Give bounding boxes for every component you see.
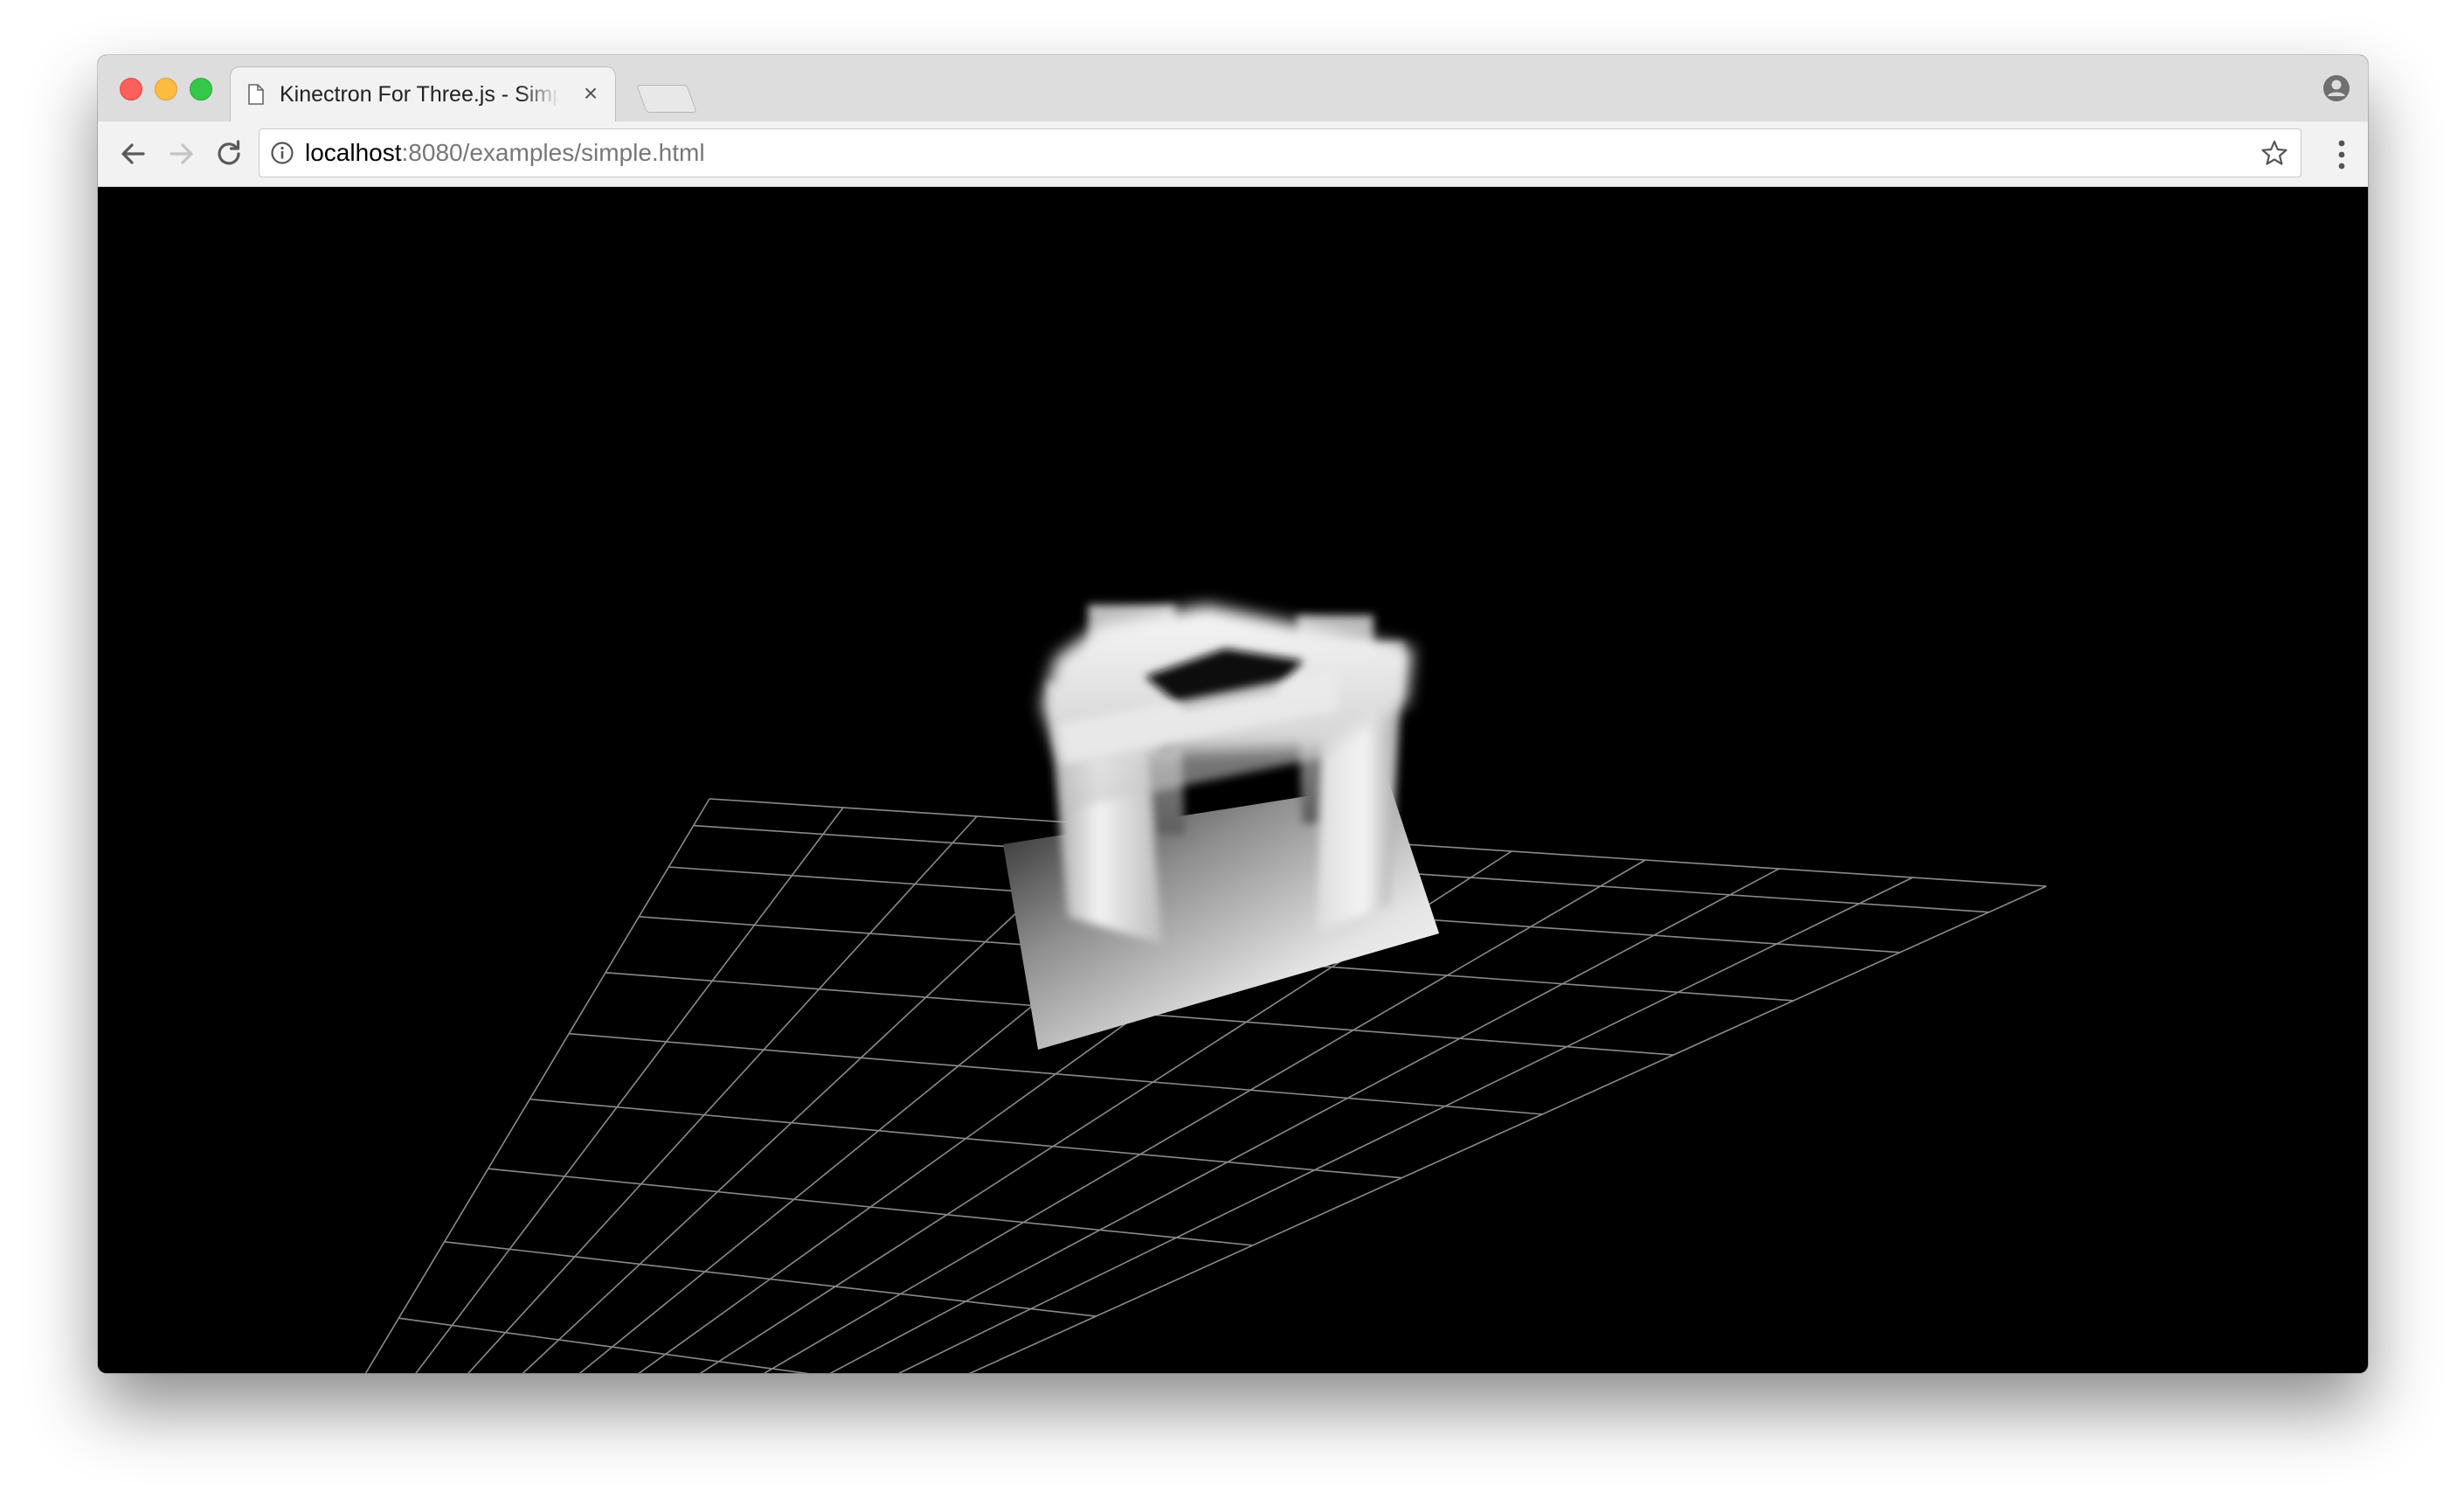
webgl-canvas[interactable]	[98, 187, 2368, 1373]
page-icon	[248, 84, 264, 105]
browser-tab[interactable]: Kinectron For Three.js - Simple ×	[231, 67, 615, 121]
url-text: localhost:8080/examples/simple.html	[305, 140, 705, 166]
close-icon[interactable]: ×	[578, 81, 603, 106]
window-close-button[interactable]	[120, 78, 142, 101]
reload-icon[interactable]	[211, 136, 246, 171]
window-minimize-button[interactable]	[155, 78, 177, 101]
vertical-dots-icon[interactable]	[2338, 140, 2345, 170]
profile-icon[interactable]	[2322, 74, 2350, 102]
url-host: localhost	[305, 139, 402, 166]
grid-line	[364, 798, 710, 1373]
info-icon[interactable]	[270, 141, 294, 165]
new-tab-button[interactable]	[636, 85, 697, 113]
grid-line	[488, 1168, 1253, 1246]
tab-strip: Kinectron For Three.js - Simple ×	[98, 55, 2368, 121]
window-zoom-button[interactable]	[190, 78, 212, 101]
back-arrow-icon[interactable]	[115, 136, 150, 171]
star-icon[interactable]	[2260, 139, 2288, 167]
grid-line	[398, 1317, 810, 1373]
grid-line	[467, 815, 978, 1373]
grid-line	[444, 1241, 1097, 1317]
grid-line	[415, 807, 844, 1373]
url-path: :8080/examples/simple.html	[401, 139, 705, 166]
browser-window: Kinectron For Three.js - Simple × localh…	[98, 55, 2368, 1373]
forward-arrow-icon[interactable]	[164, 136, 199, 171]
address-bar[interactable]: localhost:8080/examples/simple.html	[259, 128, 2301, 177]
browser-toolbar: localhost:8080/examples/simple.html	[98, 121, 2368, 187]
three-scene	[364, 605, 2047, 1373]
tab-title: Kinectron For Three.js - Simple	[280, 82, 559, 107]
